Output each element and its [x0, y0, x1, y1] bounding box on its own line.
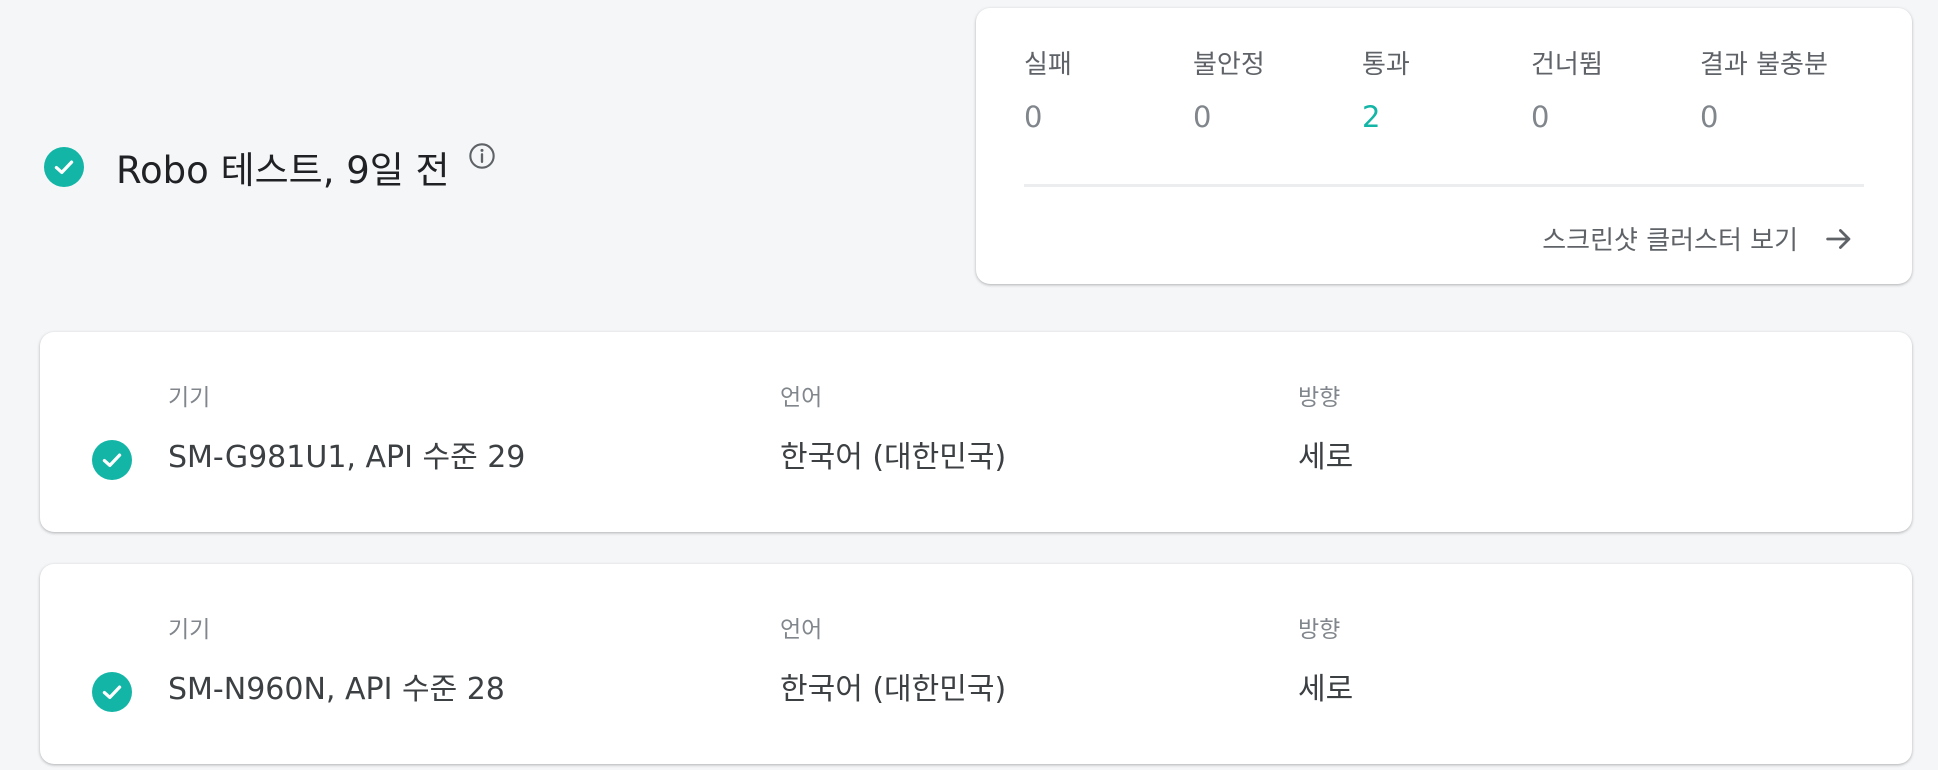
- view-screenshot-clusters-link[interactable]: 스크린샷 클러스터 보기: [1542, 220, 1856, 257]
- device-label: 기기: [168, 385, 211, 411]
- orientation-label: 방향: [1298, 385, 1341, 411]
- robo-test-results-page: Robo 테스트, 9일 전 실패 0 불안정 0 통과 2 건너뜀 0 결과 …: [0, 0, 1938, 770]
- stat-value: 0: [1193, 100, 1212, 134]
- orientation-value: 세로: [1298, 672, 1354, 707]
- check-circle-icon: [92, 672, 132, 712]
- language-label: 언어: [780, 617, 823, 643]
- device-card[interactable]: 기기 SM-G981U1, API 수준 29 언어 한국어 (대한민국) 방향…: [40, 332, 1912, 532]
- arrow-forward-icon: [1822, 222, 1856, 256]
- stat-label: 결과 불충분: [1700, 50, 1828, 80]
- results-stats: 실패 0 불안정 0 통과 2 건너뜀 0 결과 불충분 0: [1024, 46, 1869, 134]
- language-label: 언어: [780, 385, 823, 411]
- test-title: Robo 테스트, 9일 전: [116, 149, 450, 192]
- language-field: 언어 한국어 (대한민국): [780, 614, 1006, 710]
- stat-failed: 실패 0: [1024, 46, 1193, 134]
- device-field: 기기 SM-G981U1, API 수준 29: [168, 382, 525, 478]
- stat-label: 불안정: [1193, 50, 1265, 80]
- orientation-label: 방향: [1298, 617, 1341, 643]
- stat-value: 2: [1362, 100, 1381, 134]
- divider: [1024, 184, 1864, 187]
- info-icon[interactable]: [468, 142, 496, 170]
- stat-skipped: 건너뜀 0: [1531, 46, 1700, 134]
- language-field: 언어 한국어 (대한민국): [780, 382, 1006, 478]
- stat-value: 0: [1531, 100, 1550, 134]
- device-card[interactable]: 기기 SM-N960N, API 수준 28 언어 한국어 (대한민국) 방향 …: [40, 564, 1912, 764]
- stat-value: 0: [1024, 100, 1043, 134]
- orientation-field: 방향 세로: [1298, 614, 1353, 710]
- stat-label: 실패: [1024, 50, 1072, 80]
- orientation-field: 방향 세로: [1298, 382, 1353, 478]
- orientation-value: 세로: [1298, 440, 1354, 475]
- results-summary-card: 실패 0 불안정 0 통과 2 건너뜀 0 결과 불충분 0 스크린샷 클러스터…: [976, 8, 1912, 284]
- stat-label: 건너뜀: [1531, 50, 1603, 80]
- test-header: Robo 테스트, 9일 전: [44, 140, 496, 194]
- language-value: 한국어 (대한민국): [780, 672, 1007, 707]
- stat-flaky: 불안정 0: [1193, 46, 1362, 134]
- device-value: SM-N960N, API 수준 28: [168, 672, 505, 707]
- device-field: 기기 SM-N960N, API 수준 28: [168, 614, 505, 710]
- device-label: 기기: [168, 617, 211, 643]
- check-circle-icon: [44, 147, 84, 187]
- check-circle-icon: [92, 440, 132, 480]
- device-value: SM-G981U1, API 수준 29: [168, 440, 526, 475]
- language-value: 한국어 (대한민국): [780, 440, 1007, 475]
- stat-label: 통과: [1362, 50, 1410, 80]
- link-label: 스크린샷 클러스터 보기: [1542, 226, 1798, 256]
- stat-inconclusive: 결과 불충분 0: [1700, 46, 1869, 134]
- stat-passed: 통과 2: [1362, 46, 1531, 134]
- stat-value: 0: [1700, 100, 1719, 134]
